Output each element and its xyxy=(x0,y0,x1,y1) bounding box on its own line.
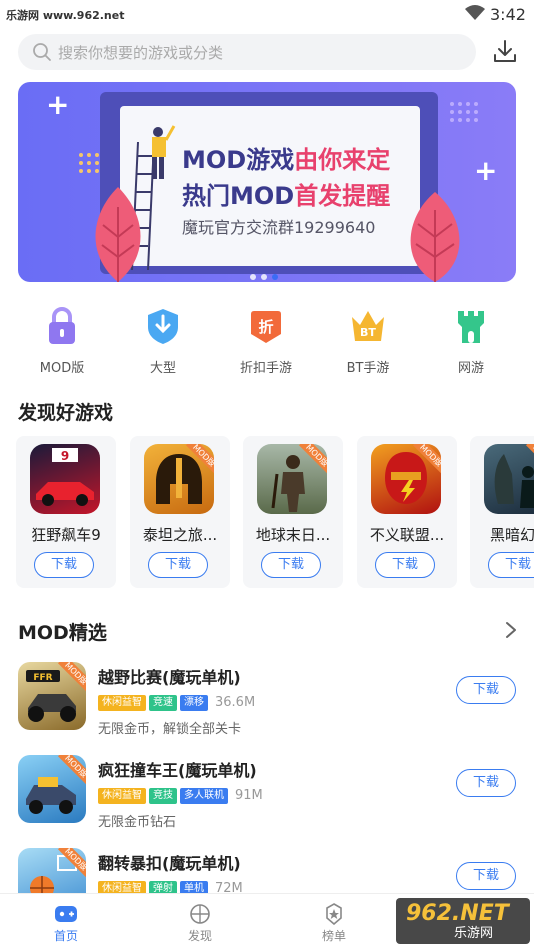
game-description: 无限金币，解锁全部关卡 xyxy=(98,722,242,737)
discover-carousel[interactable]: 9 狂野飙车9 下载 MOD版 泰坦之旅... 下载 MOD版 地球末日... … xyxy=(0,436,534,592)
shield-icon xyxy=(148,309,178,344)
site-watermark-text: 乐游网 www.962.net xyxy=(6,9,125,22)
survivor-icon: MOD版 xyxy=(257,444,327,514)
game-name: 黑暗幻想 xyxy=(489,526,534,544)
banner-pagination[interactable] xyxy=(250,265,290,280)
tag-row: 休闲益智 竞速 漂移 36.6M xyxy=(98,692,256,711)
leaf-decoration-icon xyxy=(95,187,141,282)
plus-decoration-icon: + xyxy=(46,88,70,121)
download-manager-icon[interactable] xyxy=(490,37,520,67)
mod-picks-section-title: MOD精选 xyxy=(18,622,107,644)
promo-banner[interactable]: + + MOD游戏由你来定 热门MOD首发提醒 魔玩官方交流群19299640 xyxy=(18,82,516,282)
svg-text:9: 9 xyxy=(61,449,69,463)
plus-decoration-icon: + xyxy=(474,154,498,187)
wifi-icon xyxy=(465,5,485,20)
ranking-star-icon xyxy=(326,903,342,925)
game-card[interactable]: MOD版 地球末日... 下载 xyxy=(243,436,343,588)
game-title: 疯狂撞车王(魔玩单机) xyxy=(98,761,257,780)
search-placeholder: 搜索你想要的游戏或分类 xyxy=(58,44,224,62)
tag: 漂移 xyxy=(180,694,208,711)
discount-icon: 折 xyxy=(251,311,281,343)
game-title: 翻转暴扣(魔玩单机) xyxy=(98,854,241,873)
file-size: 91M xyxy=(235,788,263,803)
game-description: 无限金币钻石 xyxy=(98,815,177,830)
tag: 休闲益智 xyxy=(98,787,146,804)
download-button[interactable]: 下载 xyxy=(148,552,208,578)
svg-text:折: 折 xyxy=(258,318,273,336)
file-size: 36.6M xyxy=(215,695,256,710)
game-card[interactable]: MOD版 泰坦之旅... 下载 xyxy=(130,436,230,588)
download-button[interactable]: 下载 xyxy=(456,769,516,797)
banner-dot-active[interactable] xyxy=(272,274,278,280)
banner-dot[interactable] xyxy=(250,274,256,280)
dots-decoration-icon xyxy=(79,153,99,173)
list-item[interactable]: MOD版 疯狂撞车王(魔玩单机) 休闲益智 竞技 多人联机 91M 无限金币钻石 下载 xyxy=(0,755,534,841)
svg-text:BT: BT xyxy=(360,326,376,339)
game-name: 狂野飙车9 xyxy=(31,526,101,544)
lock-icon xyxy=(49,307,75,344)
castle-icon xyxy=(458,311,484,343)
chevron-right-icon[interactable] xyxy=(504,620,518,640)
download-button[interactable]: 下载 xyxy=(375,552,435,578)
racing-car-icon: 9 xyxy=(30,444,100,514)
flash-hero-icon: MOD版 xyxy=(371,444,441,514)
game-name: 泰坦之旅... xyxy=(142,526,218,544)
discover-icon xyxy=(190,904,210,924)
category-discount[interactable]: 折 折扣手游 xyxy=(226,305,306,376)
banner-headline-1: MOD游戏由你来定 xyxy=(182,146,391,174)
game-card[interactable]: 9 狂野飙车9 下载 xyxy=(16,436,116,588)
game-name: 不义联盟... xyxy=(369,526,445,544)
download-button[interactable]: 下载 xyxy=(456,676,516,704)
crash-car-icon: MOD版 xyxy=(18,755,86,823)
offroad-buggy-icon: FFR MOD版 xyxy=(18,662,86,730)
category-large[interactable]: 大型 xyxy=(123,305,203,376)
banner-headline-2: 热门MOD首发提醒 xyxy=(182,182,391,210)
download-button[interactable]: 下载 xyxy=(456,862,516,890)
nav-ranking[interactable]: 榜单 xyxy=(294,894,374,949)
tag: 休闲益智 xyxy=(98,694,146,711)
tag: 竞技 xyxy=(149,787,177,804)
home-gamepad-icon xyxy=(55,906,77,922)
search-input[interactable]: 搜索你想要的游戏或分类 xyxy=(18,34,476,70)
game-name: 地球末日... xyxy=(255,526,331,544)
download-button[interactable]: 下载 xyxy=(261,552,321,578)
spartan-helmet-icon: MOD版 xyxy=(144,444,214,514)
dots-decoration-icon xyxy=(450,102,478,122)
download-button[interactable]: 下载 xyxy=(34,552,94,578)
game-card[interactable]: MOD版 不义联盟... 下载 xyxy=(357,436,457,588)
list-item[interactable]: FFR MOD版 越野比赛(魔玩单机) 休闲益智 竞速 漂移 36.6M 无限金币，解… xyxy=(0,662,534,748)
category-mod[interactable]: MOD版 xyxy=(22,305,102,376)
tag-row: 休闲益智 竞技 多人联机 91M xyxy=(98,785,263,804)
game-title: 越野比赛(魔玩单机) xyxy=(98,668,241,687)
tag: 竞速 xyxy=(149,694,177,711)
status-bar: 乐游网 www.962.net 3:42 xyxy=(0,0,534,30)
site-watermark-logo: 962.NET 乐游网 xyxy=(396,898,530,944)
category-bar: MOD版 大型 折 折扣手游 BT BT手游 网游 xyxy=(0,305,534,376)
svg-text:FFR: FFR xyxy=(33,673,52,683)
search-icon xyxy=(33,43,51,61)
category-online[interactable]: 网游 xyxy=(431,305,511,376)
banner-subtitle: 魔玩官方交流群19299640 xyxy=(182,218,376,237)
dark-monster-icon: MOD版 xyxy=(484,444,534,514)
status-clock: 3:42 xyxy=(490,5,526,24)
category-bt[interactable]: BT BT手游 xyxy=(328,305,408,376)
nav-discover[interactable]: 发现 xyxy=(160,894,240,949)
nav-home[interactable]: 首页 xyxy=(26,894,106,949)
download-button[interactable]: 下载 xyxy=(488,552,534,578)
banner-dot[interactable] xyxy=(261,274,267,280)
tag: 多人联机 xyxy=(180,787,228,804)
crown-icon: BT xyxy=(352,311,384,341)
discover-section-title: 发现好游戏 xyxy=(18,402,114,424)
leaf-decoration-icon xyxy=(410,192,460,282)
game-card[interactable]: MOD版 黑暗幻想 下载 xyxy=(470,436,534,588)
